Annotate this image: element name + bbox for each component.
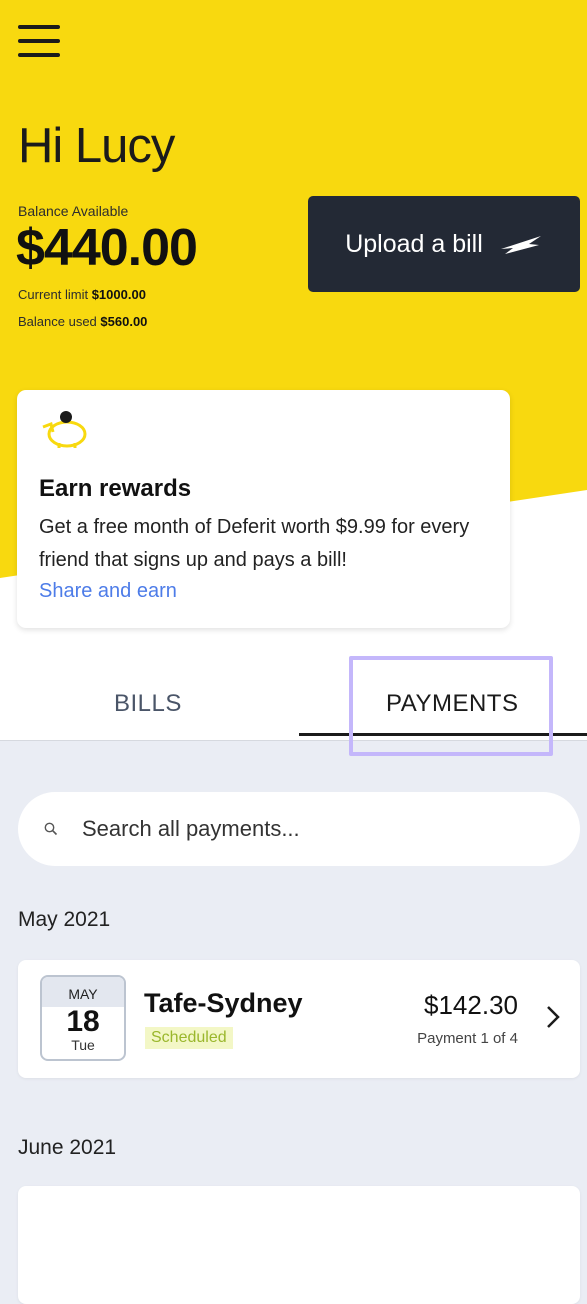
piggy-bank-icon [42,411,87,448]
rewards-card: Earn rewards Get a free month of Deferit… [17,390,510,628]
rewards-body: Get a free month of Deferit worth $9.99 … [39,516,470,571]
tab-bills[interactable]: BILLS [114,690,182,718]
month-heading: June 2021 [18,1136,117,1159]
search-icon [44,822,58,836]
balance-used: Balance used $560.00 [18,314,147,329]
active-tab-indicator [299,733,587,736]
balance-used-value: $560.00 [100,314,148,329]
payment-card[interactable]: MAY 18 Tue Tafe-Sydney Scheduled $142.30… [18,960,580,1078]
current-limit: Current limit $1000.00 [18,287,146,302]
month-heading: May 2021 [18,908,111,931]
payment-card[interactable] [18,1186,580,1304]
upload-bill-label: Upload a bill [345,229,483,258]
current-limit-value: $1000.00 [91,287,146,302]
installment-info: Payment 1 of 4 [417,1030,518,1047]
chevron-right-icon [547,1006,560,1028]
balance-amount: $440.00 [16,219,198,277]
balance-used-label: Balance used [18,314,97,329]
current-limit-label: Current limit [18,287,89,302]
tab-bar: BILLS PAYMENTS [0,660,587,741]
header-area: Hi Lucy Balance Available $440.00 Curren… [0,0,587,660]
upload-bill-button[interactable]: Upload a bill [308,196,580,292]
payment-amount: $142.30 [424,990,518,1020]
share-and-earn-link[interactable]: Share and earn [39,580,177,603]
search-input[interactable] [80,815,544,843]
calendar-weekday: Tue [71,1037,95,1053]
paper-plane-icon [500,236,541,254]
greeting: Hi Lucy [18,119,175,173]
calendar-month: MAY [42,977,124,1007]
tab-payments[interactable]: PAYMENTS [386,690,518,718]
search-bar[interactable] [18,792,580,866]
balance-label: Balance Available [18,203,129,219]
calendar-date-icon: MAY 18 Tue [40,975,126,1061]
calendar-day: 18 [66,1005,100,1038]
rewards-title: Earn rewards [39,475,192,502]
status-badge: Scheduled [145,1027,233,1049]
hamburger-menu-icon[interactable] [18,25,60,63]
payee-name: Tafe-Sydney [144,988,303,1018]
